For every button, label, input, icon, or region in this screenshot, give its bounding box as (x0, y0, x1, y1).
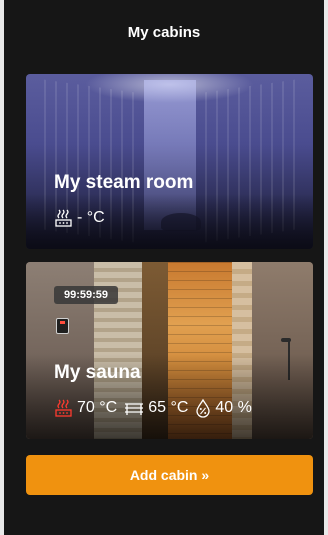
heater-on-icon (54, 398, 74, 418)
cabin-stats: - °C (54, 208, 105, 228)
cabin-name: My steam room (54, 172, 194, 193)
cabin-name: My sauna (54, 362, 141, 383)
app-screen: My cabins My steam room - °C 99:59:59 My… (4, 0, 324, 535)
heater-temperature: 70 °C (77, 399, 118, 416)
humidity-value: 40 % (215, 399, 252, 416)
cabin-card-sauna[interactable]: 99:59:59 My sauna 70 °C 65 °C 40 % (26, 262, 313, 439)
heater-stat: - °C (54, 208, 105, 228)
session-timer: 99:59:59 (54, 286, 118, 304)
cabin-stats: 70 °C 65 °C 40 % (54, 398, 252, 418)
heater-stat: 70 °C (54, 398, 117, 418)
heater-temperature: - °C (77, 209, 105, 226)
heater-off-icon (54, 208, 74, 228)
cabin-card-steam-room[interactable]: My steam room - °C (26, 74, 313, 249)
bench-stat: 65 °C (123, 399, 188, 417)
page-title: My cabins (127, 24, 201, 41)
bench-temperature: 65 °C (148, 399, 189, 416)
humidity-icon (194, 398, 212, 418)
bench-temperature-icon (123, 399, 145, 417)
humidity-stat: 40 % (194, 398, 252, 418)
add-cabin-button[interactable]: Add cabin » (26, 455, 313, 495)
control-panel-icon (56, 318, 69, 334)
